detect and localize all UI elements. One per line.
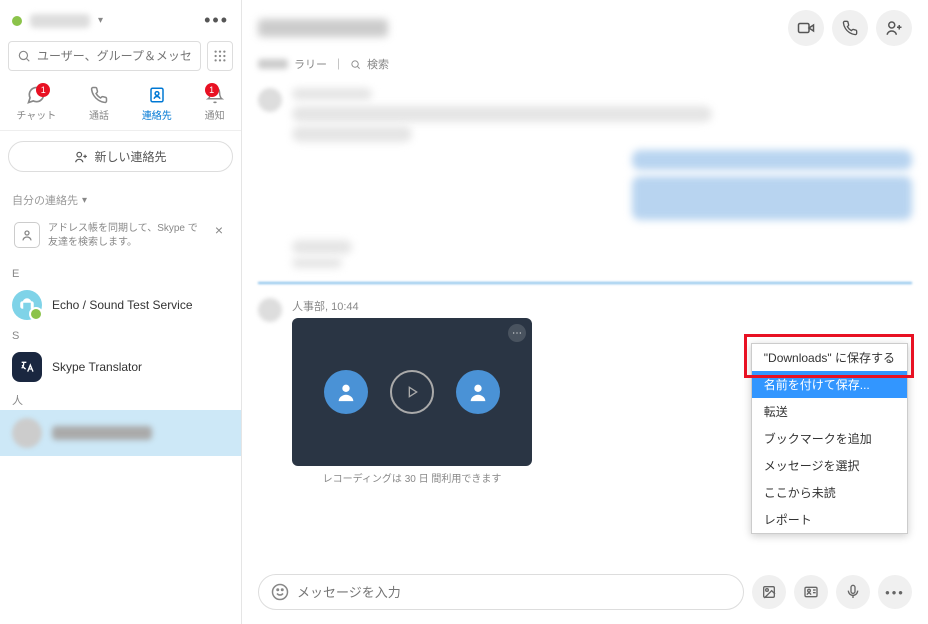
close-icon[interactable]: × bbox=[211, 222, 227, 238]
add-people-button[interactable] bbox=[876, 10, 912, 46]
message-row-outgoing bbox=[258, 150, 912, 220]
message-input-bar: ••• bbox=[242, 564, 928, 624]
message-row bbox=[258, 88, 912, 142]
add-contact-icon bbox=[74, 150, 88, 164]
context-menu-item[interactable]: 転送 bbox=[752, 398, 907, 425]
chat-area: ラリー ｜ 検索 bbox=[242, 0, 928, 624]
gallery-link[interactable]: ラリー bbox=[294, 56, 327, 72]
divider: ｜ bbox=[333, 56, 344, 72]
contacts-icon bbox=[147, 85, 167, 105]
search-icon bbox=[17, 49, 31, 63]
tab-contacts[interactable]: 連絡先 bbox=[142, 85, 172, 122]
contact-card-button[interactable] bbox=[794, 575, 828, 609]
letter-divider-e: E bbox=[0, 266, 241, 282]
more-input-button[interactable]: ••• bbox=[878, 575, 912, 609]
recording-options-button[interactable]: ⋯ bbox=[508, 324, 526, 342]
chevron-down-icon[interactable]: ▾ bbox=[98, 15, 103, 26]
message-bubble-blurred bbox=[632, 176, 912, 220]
search-icon bbox=[350, 59, 361, 70]
avatar bbox=[258, 88, 282, 112]
current-user-name[interactable] bbox=[30, 14, 90, 28]
message-text-blurred bbox=[292, 258, 342, 268]
message-text-blurred bbox=[292, 126, 412, 142]
contact-name: Skype Translator bbox=[52, 360, 142, 374]
context-menu-item[interactable]: メッセージを選択 bbox=[752, 452, 907, 479]
phone-icon bbox=[89, 85, 109, 105]
tab-call[interactable]: 通話 bbox=[89, 85, 109, 122]
contact-name: Echo / Sound Test Service bbox=[52, 298, 193, 312]
recording-card[interactable]: ⋯ bbox=[292, 318, 532, 466]
avatar bbox=[12, 418, 42, 448]
contact-name-blurred bbox=[52, 426, 152, 440]
message-row bbox=[258, 240, 912, 268]
context-menu: "Downloads" に保存する名前を付けて保存...転送ブックマークを追加メ… bbox=[751, 343, 908, 534]
audio-call-button[interactable] bbox=[832, 10, 868, 46]
status-indicator bbox=[12, 16, 22, 26]
sidebar: ▾ ••• 1 チャット 通話 連絡先 bbox=[0, 0, 242, 624]
chat-header bbox=[242, 0, 928, 56]
more-options-button[interactable]: ••• bbox=[204, 10, 229, 31]
tab-label: 通知 bbox=[205, 107, 225, 122]
tab-label: 連絡先 bbox=[142, 107, 172, 122]
letter-divider-s: S bbox=[0, 328, 241, 344]
contact-echo[interactable]: Echo / Sound Test Service bbox=[0, 282, 241, 328]
context-menu-item[interactable]: ここから未読 bbox=[752, 479, 907, 506]
chat-title bbox=[258, 19, 388, 37]
letter-divider-hito: 人 bbox=[0, 390, 241, 410]
nav-tabs: 1 チャット 通話 連絡先 1 通知 bbox=[0, 79, 241, 131]
context-menu-item[interactable]: "Downloads" に保存する bbox=[752, 344, 907, 371]
context-menu-item[interactable]: ブックマークを追加 bbox=[752, 425, 907, 452]
participant-avatar bbox=[324, 370, 368, 414]
recording-caption: レコーディングは 30 日 間利用できます bbox=[292, 470, 532, 485]
emoji-icon[interactable] bbox=[271, 583, 289, 601]
context-menu-item[interactable]: レポート bbox=[752, 506, 907, 533]
message-bubble-blurred bbox=[632, 150, 912, 170]
avatar bbox=[12, 290, 42, 320]
my-contacts-toggle[interactable]: 自分の連絡先 ▾ bbox=[0, 182, 241, 212]
tab-label: 通話 bbox=[89, 107, 109, 122]
sidebar-header: ▾ ••• bbox=[0, 0, 241, 41]
chat-subheader: ラリー ｜ 検索 bbox=[242, 56, 928, 80]
search-input-wrapper[interactable] bbox=[8, 41, 201, 71]
address-book-icon[interactable] bbox=[14, 222, 40, 248]
sync-text: アドレス帳を同期して、Skype で友達を検索します。 bbox=[48, 222, 203, 250]
subheader-blur bbox=[258, 59, 288, 69]
attach-file-button[interactable] bbox=[752, 575, 786, 609]
dialpad-button[interactable] bbox=[207, 41, 233, 71]
message-input-wrapper[interactable] bbox=[258, 574, 744, 610]
contact-selected[interactable] bbox=[0, 410, 241, 456]
message-meta: 人事部, 10:44 bbox=[292, 298, 532, 314]
new-contact-label: 新しい連絡先 bbox=[94, 148, 166, 165]
search-in-chat[interactable]: 検索 bbox=[367, 56, 389, 72]
message-meta-blurred bbox=[292, 88, 372, 100]
notify-badge: 1 bbox=[205, 83, 219, 97]
search-input[interactable] bbox=[37, 49, 192, 63]
chat-badge: 1 bbox=[36, 83, 50, 97]
video-call-button[interactable] bbox=[788, 10, 824, 46]
unread-divider bbox=[258, 282, 912, 284]
sync-contacts-prompt: アドレス帳を同期して、Skype で友達を検索します。 × bbox=[8, 216, 233, 256]
message-text-blurred bbox=[292, 240, 352, 254]
tab-chat[interactable]: 1 チャット bbox=[16, 85, 56, 122]
voice-message-button[interactable] bbox=[836, 575, 870, 609]
message-text-blurred bbox=[292, 106, 712, 122]
play-button[interactable] bbox=[390, 370, 434, 414]
context-menu-item[interactable]: 名前を付けて保存... bbox=[752, 371, 907, 398]
message-input[interactable] bbox=[297, 585, 731, 600]
tab-label: チャット bbox=[16, 107, 56, 122]
avatar bbox=[258, 298, 282, 322]
participant-avatar bbox=[456, 370, 500, 414]
new-contact-button[interactable]: 新しい連絡先 bbox=[8, 141, 233, 172]
avatar bbox=[12, 352, 42, 382]
chevron-down-icon: ▾ bbox=[82, 195, 87, 206]
contact-translator[interactable]: Skype Translator bbox=[0, 344, 241, 390]
tab-notify[interactable]: 1 通知 bbox=[205, 85, 225, 122]
